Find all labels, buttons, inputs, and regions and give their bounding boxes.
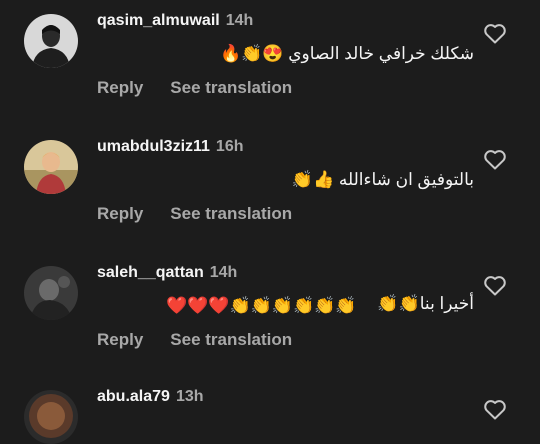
comment-time: 16h (215, 138, 244, 155)
comment-text-line-1: أخيرا بنا👏👏 (377, 294, 474, 313)
username[interactable]: saleh__qattan (97, 264, 204, 281)
comment-text: شكلك خرافي خالد الصاوي 😍👏🔥 (219, 44, 474, 63)
heart-outline-icon[interactable] (483, 22, 507, 44)
username-row: qasim_almuwail 14h (97, 12, 253, 30)
avatar[interactable] (24, 390, 78, 444)
heart-outline-icon[interactable] (483, 398, 507, 420)
avatar[interactable] (24, 266, 78, 320)
comment-time: 13h (175, 388, 204, 405)
see-translation-button[interactable]: See translation (170, 78, 292, 97)
reply-button[interactable]: Reply (97, 330, 143, 349)
comment-item: abu.ala79 13h (0, 378, 540, 444)
username-row: umabdul3ziz11 16h (97, 138, 244, 156)
comment-item: umabdul3ziz11 16h بالتوفيق ان شاءالله 👍👏 … (0, 126, 540, 236)
see-translation-button[interactable]: See translation (170, 204, 292, 223)
comment-actions: Reply See translation (97, 330, 292, 350)
avatar[interactable] (24, 14, 78, 68)
heart-outline-icon[interactable] (483, 148, 507, 170)
heart-outline-icon[interactable] (483, 274, 507, 296)
reply-button[interactable]: Reply (97, 204, 143, 223)
username-row: abu.ala79 13h (97, 388, 204, 406)
username-row: saleh__qattan 14h (97, 264, 237, 282)
username[interactable]: qasim_almuwail (97, 12, 220, 29)
comment-text: بالتوفيق ان شاءالله 👍👏 (291, 170, 474, 189)
see-translation-button[interactable]: See translation (170, 330, 292, 349)
comment-item: saleh__qattan 14h أخيرا بنا👏👏 ❤️❤️❤️👏👏👏👏👏… (0, 252, 540, 372)
reply-button[interactable]: Reply (97, 78, 143, 97)
comment-time: 14h (209, 264, 238, 281)
comment-item: qasim_almuwail 14h شكلك خرافي خالد الصاوي… (0, 0, 540, 110)
username[interactable]: abu.ala79 (97, 388, 170, 405)
comment-actions: Reply See translation (97, 78, 292, 98)
comment-time: 14h (225, 12, 254, 29)
username[interactable]: umabdul3ziz11 (97, 138, 210, 155)
comment-actions: Reply See translation (97, 204, 292, 224)
avatar[interactable] (24, 140, 78, 194)
comment-text-line-2: ❤️❤️❤️👏👏👏👏👏👏 (166, 296, 357, 315)
